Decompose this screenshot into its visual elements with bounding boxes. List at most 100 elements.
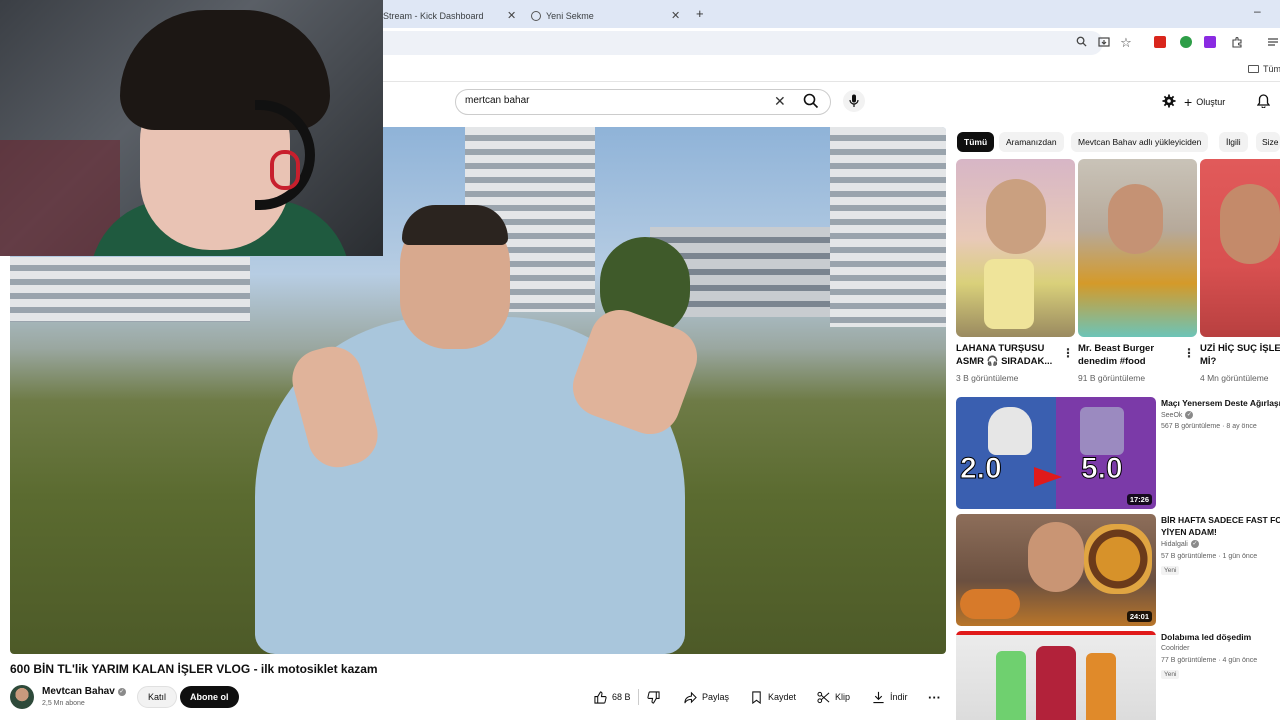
plus-icon: + — [1184, 94, 1193, 110]
short-thumbnail[interactable] — [1078, 159, 1197, 337]
like-button[interactable]: 68 B — [594, 686, 631, 708]
short-title-line: LAHANA TURŞUSU — [956, 343, 1045, 354]
headset-earcup — [270, 150, 300, 190]
thumb-clothes — [1036, 646, 1076, 720]
chip-all[interactable]: Tümü — [957, 132, 995, 152]
thumbs-up-icon — [594, 690, 607, 704]
gear-icon[interactable] — [1162, 94, 1176, 113]
short-person — [986, 179, 1046, 254]
pdf-extension-icon[interactable] — [1154, 36, 1168, 50]
title-line: BİR HAFTA SADECE FAST FOO — [1161, 515, 1280, 525]
subscribe-button[interactable]: Abone ol — [180, 686, 239, 708]
thumb-clothes — [996, 651, 1026, 720]
related-video-title[interactable]: Maçı Yenersem Deste Ağırlaşır — [1161, 397, 1280, 409]
short-views: 3 B görüntüleme — [956, 373, 1019, 383]
avatar[interactable] — [10, 685, 34, 709]
channel-name-label: Mevtcan Bahav — [42, 686, 115, 697]
short-thumbnail[interactable] — [956, 159, 1075, 337]
zoom-icon[interactable] — [1074, 36, 1088, 50]
more-options-icon[interactable]: ⋮ — [1183, 346, 1195, 360]
short-views: 91 B görüntüleme — [1078, 373, 1146, 383]
video-scene-building — [10, 257, 250, 322]
chip-from-uploader[interactable]: Mevtcan Bahav adlı yükleyiciden — [1071, 132, 1209, 152]
join-button[interactable]: Katıl — [137, 686, 178, 708]
minimize-icon[interactable]: – — [1254, 4, 1261, 18]
title-line: YİYEN ADAM! — [1161, 527, 1217, 537]
short-thumbnail[interactable] — [1200, 159, 1280, 337]
tab-title: Yeni Sekme — [546, 11, 594, 21]
webcam-overlay — [0, 0, 383, 256]
short-jar — [984, 259, 1034, 329]
search-icon[interactable] — [803, 93, 821, 111]
related-video-channel[interactable]: Hidalgali ✓ — [1161, 540, 1199, 548]
short-title[interactable]: LAHANA TURŞUSU ASMR 🎧 SIRADAK... — [956, 342, 1066, 368]
chip-from-search[interactable]: Aramanızdan — [999, 132, 1064, 152]
related-video-channel[interactable]: Coolrider — [1161, 645, 1189, 652]
download-button[interactable]: İndir — [872, 686, 908, 708]
channel-label: SeeOk — [1161, 411, 1183, 419]
subscriber-count: 2,5 Mn abone — [42, 700, 85, 707]
close-tab-icon[interactable]: ✕ — [507, 9, 516, 22]
video-person-hair — [402, 205, 508, 245]
related-video-thumbnail[interactable] — [956, 631, 1156, 720]
short-title[interactable]: UZİ HİÇ SUÇ İŞLEI Mİ? — [1200, 342, 1280, 368]
related-video-meta: 567 B görüntüleme · 8 ay önce — [1161, 423, 1257, 430]
related-video-thumbnail[interactable]: 2.0 5.0 17:26 — [956, 397, 1156, 509]
thumb-pizza — [960, 589, 1020, 619]
channel-name[interactable]: Mevtcan Bahav ✓ — [42, 686, 126, 697]
share-button[interactable]: Paylaş — [684, 686, 729, 708]
related-video-thumbnail[interactable]: 24:01 — [956, 514, 1156, 626]
thumb-skull — [988, 407, 1032, 455]
related-video-channel[interactable]: SeeOk ✓ — [1161, 411, 1194, 419]
search-query: mertcan bahar — [465, 95, 530, 106]
thumb-card — [1080, 407, 1124, 455]
create-label: Oluştur — [1196, 97, 1226, 107]
more-options-icon[interactable]: ⋮ — [1062, 346, 1074, 360]
red-arrow-icon — [1034, 467, 1062, 487]
clear-search-icon[interactable]: ✕ — [774, 93, 786, 110]
video-duration: 17:26 — [1126, 494, 1152, 505]
webcam-person-hair — [120, 10, 330, 130]
verified-icon: ✓ — [1185, 411, 1194, 419]
clip-button[interactable]: Klip — [817, 686, 850, 708]
related-video-meta: 77 B görüntüleme · 4 gün önce — [1161, 657, 1258, 664]
dislike-button[interactable] — [647, 686, 660, 708]
related-video-title[interactable]: Dolabıma led döşedim — [1161, 631, 1251, 643]
tab-new-tab[interactable]: Yeni Sekme ✕ — [531, 4, 686, 28]
new-tab-button[interactable]: + — [696, 6, 704, 21]
tab-kick-dashboard[interactable]: Stream - Kick Dashboard ✕ — [383, 4, 523, 28]
install-app-icon[interactable] — [1097, 36, 1111, 50]
voice-search-button[interactable] — [843, 90, 865, 112]
verified-icon: ✓ — [1190, 540, 1199, 548]
menu-icon[interactable] — [1266, 36, 1280, 50]
scissors-icon — [817, 691, 830, 703]
share-icon — [684, 691, 697, 703]
chip-related[interactable]: İlgili — [1219, 132, 1248, 152]
create-button[interactable]: + Oluştur — [1184, 91, 1225, 113]
save-button[interactable]: Kaydet — [750, 686, 796, 708]
short-title[interactable]: Mr. Beast Burger denedim #food — [1078, 342, 1188, 368]
related-video-title[interactable]: BİR HAFTA SADECE FAST FOO YİYEN ADAM! — [1161, 514, 1280, 538]
short-title-line: UZİ HİÇ SUÇ İŞLEI — [1200, 343, 1280, 354]
like-divider — [638, 689, 639, 705]
extension-purple-icon[interactable] — [1204, 36, 1218, 50]
chip-for-you[interactable]: Size — [1256, 132, 1280, 152]
close-tab-icon[interactable]: ✕ — [671, 9, 680, 22]
led-strip — [956, 631, 1156, 635]
video-title: 600 BİN TL'lik YARIM KALAN İŞLER VLOG - … — [10, 662, 378, 676]
bookmark-star-icon[interactable]: ☆ — [1119, 36, 1133, 50]
video-duration: 24:01 — [1126, 611, 1152, 622]
short-title-line: Mİ? — [1200, 356, 1217, 367]
short-person — [1108, 184, 1163, 254]
all-bookmarks[interactable]: Tüm — [1248, 64, 1280, 74]
more-actions-icon[interactable]: ··· — [928, 686, 941, 708]
thumb-clothes — [1086, 653, 1116, 720]
extensions-puzzle-icon[interactable] — [1230, 36, 1244, 50]
like-count: 68 B — [612, 692, 631, 702]
short-title-line: ASMR 🎧 SIRADAK... — [956, 356, 1053, 367]
short-person — [1220, 184, 1280, 264]
address-bar[interactable] — [383, 31, 1103, 55]
clip-label: Klip — [835, 692, 851, 702]
notifications-bell-icon[interactable] — [1256, 94, 1271, 113]
extension-green-icon[interactable] — [1180, 36, 1194, 50]
